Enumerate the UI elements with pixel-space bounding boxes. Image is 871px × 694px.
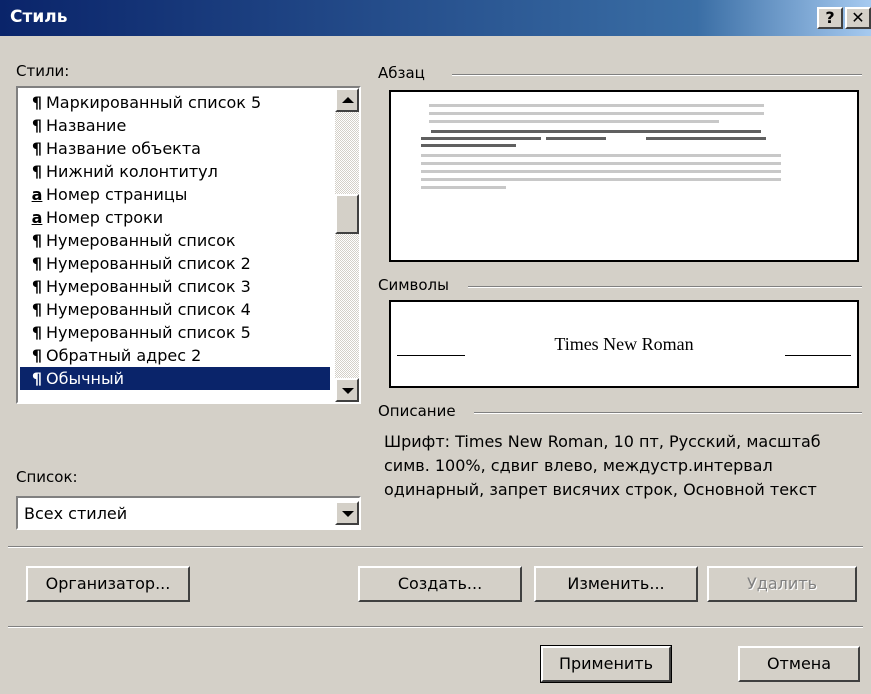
preview-line [421,162,781,165]
character-style-icon: a [31,208,43,227]
description-group-line [474,412,862,414]
style-list-item[interactable]: ¶ Нумерованный список [20,229,330,252]
paragraph-style-icon: ¶ [31,162,43,181]
create-button[interactable]: Создать... [358,566,522,602]
paragraph-style-icon: ¶ [31,139,43,158]
baseline-right [785,355,851,356]
paragraph-group-label: Абзац [378,64,425,82]
help-button[interactable]: ? [817,7,843,29]
style-list-item-label: Нумерованный список 5 [46,323,251,342]
separator-bottom [8,626,863,628]
paragraph-style-icon: ¶ [31,277,43,296]
paragraph-style-icon: ¶ [31,369,43,388]
close-button[interactable]: ✕ [845,7,871,29]
style-list-item[interactable]: ¶ Обычный [20,367,330,390]
preview-line [421,170,781,173]
description-text: Шрифт: Times New Roman, 10 пт, Русский, … [384,432,821,499]
preview-line [421,186,506,189]
style-list-item-label: Нижний колонтитул [46,162,218,181]
symbols-group-line [468,286,862,288]
scroll-up-button[interactable] [335,88,359,112]
paragraph-style-icon: ¶ [31,300,43,319]
list-select[interactable]: Всех стилей [16,496,361,530]
list-select-value: Всех стилей [24,504,128,523]
style-list-item[interactable]: ¶ Нумерованный список 4 [20,298,330,321]
paragraph-style-icon: ¶ [31,231,43,250]
style-list-item[interactable]: a Номер страницы [20,183,330,206]
preview-line [421,137,541,140]
preview-line [429,104,764,107]
arrow-down-icon [342,388,354,394]
preview-line [429,112,764,115]
apply-button[interactable]: Применить [540,645,672,683]
styles-scrollbar[interactable] [335,88,359,402]
organizer-button[interactable]: Организатор... [26,566,190,602]
window-title: Стиль [10,7,68,27]
style-list-item-label: Название объекта [46,139,201,158]
style-list-item-label: Нумерованный список 2 [46,254,251,273]
title-bar [0,0,871,36]
style-list-item-label: Нумерованный список [46,231,236,250]
style-list-item[interactable]: ¶ Маркированный список 5 [20,91,330,114]
styles-listbox[interactable]: ¶ Маркированный список 5 ¶ Название ¶ Названи… [16,86,361,404]
preview-line [429,120,719,123]
preview-line [421,144,516,147]
list-dropdown-button[interactable] [335,501,359,525]
paragraph-style-icon: ¶ [31,116,43,135]
chevron-down-icon [342,511,354,517]
scroll-down-button[interactable] [335,378,359,402]
style-list-item[interactable]: ¶ Нумерованный список 5 [20,321,330,344]
preview-line [421,178,781,181]
style-list-item-label: Номер строки [46,208,164,227]
style-list-item[interactable]: ¶ Название объекта [20,137,330,160]
scroll-thumb[interactable] [335,194,359,234]
style-list-item[interactable]: ¶ Нижний колонтитул [20,160,330,183]
paragraph-style-icon: ¶ [31,254,43,273]
style-list-item[interactable]: ¶ Нумерованный список 3 [20,275,330,298]
preview-line [546,137,606,140]
style-list-item-label: Обычный [46,369,125,388]
separator-top [8,546,863,548]
font-preview-text: Times New Roman [554,334,694,354]
styles-label: Стили: [16,62,70,80]
preview-line [421,154,781,157]
paragraph-style-icon: ¶ [31,346,43,365]
paragraph-group-line [452,74,862,76]
symbols-group-label: Символы [378,276,449,294]
paragraph-preview-lines [421,104,781,189]
arrow-up-icon [342,97,354,103]
style-list-item-label: Обратный адрес 2 [46,346,202,365]
style-list-item[interactable]: ¶ Нумерованный список 2 [20,252,330,275]
style-list-item[interactable]: ¶ Обратный адрес 2 [20,344,330,367]
style-list-item-label: Нумерованный список 4 [46,300,251,319]
delete-button[interactable]: Удалить [707,566,857,602]
paragraph-style-icon: ¶ [31,93,43,112]
character-style-icon: a [31,185,43,204]
symbols-preview: Times New Roman [389,300,859,388]
style-list-item[interactable]: a Номер строки [20,206,330,229]
style-list-item[interactable]: ¶ Название [20,114,330,137]
description-group-label: Описание [378,402,456,420]
style-list-item-label: Маркированный список 5 [46,93,262,112]
cancel-button[interactable]: Отмена [738,646,860,682]
preview-line [646,137,766,140]
style-list-item-label: Название [46,116,127,135]
baseline-left [397,355,465,356]
list-label: Список: [16,468,78,486]
modify-button[interactable]: Изменить... [534,566,698,602]
style-list-item-label: Нумерованный список 3 [46,277,251,296]
style-list-item-label: Номер страницы [46,185,188,204]
paragraph-preview [389,90,859,262]
paragraph-style-icon: ¶ [31,323,43,342]
preview-line [431,130,761,133]
